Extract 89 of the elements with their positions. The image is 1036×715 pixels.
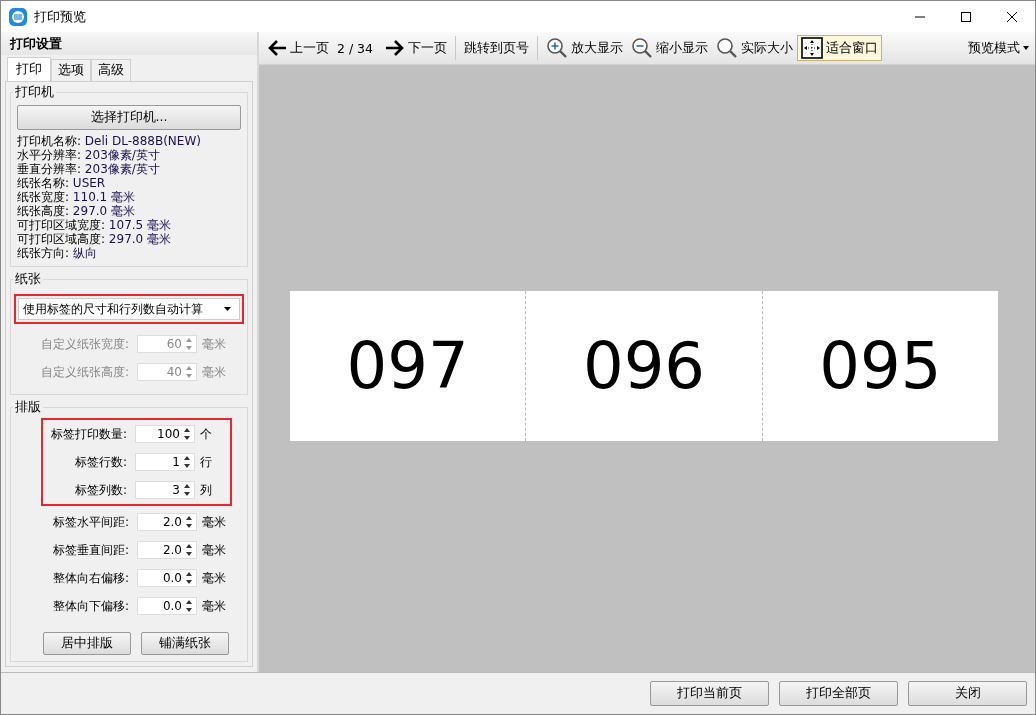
spinner-arrows-icon[interactable] (185, 515, 193, 529)
printer-info-line: 可打印区域高度: 297.0 毫米 (17, 232, 173, 246)
page-indicator: 2 / 34 (337, 40, 374, 56)
spinner-arrows-icon[interactable] (185, 571, 193, 585)
field-label: 标签打印数量: (49, 425, 128, 443)
group-title: 排版 (14, 399, 42, 416)
field-label: 自定义纸张高度: (39, 363, 130, 381)
spin-field[interactable]: 0.0 (137, 569, 197, 587)
field-label: 标签水平间距: (51, 513, 130, 531)
spinner-arrows-icon[interactable] (185, 599, 193, 613)
spin-value: 40 (166, 365, 182, 379)
spin-value: 2.0 (162, 543, 182, 557)
spinner-arrows-icon[interactable] (185, 543, 193, 557)
toolbar-button[interactable]: 放大显示 (542, 35, 628, 61)
zoom-in-icon (546, 37, 569, 59)
spinner-arrows-icon[interactable] (183, 455, 191, 469)
footer-button[interactable]: 打印全部页 (779, 681, 898, 706)
field-label: 自定义纸张宽度: (39, 335, 130, 353)
tab[interactable]: 打印 (7, 57, 51, 81)
spin-value: 0.0 (162, 599, 182, 613)
unit-label: 列 (200, 481, 213, 499)
spin-value: 60 (166, 337, 182, 351)
toolbar-button[interactable]: 缩小显示 (627, 35, 713, 61)
field-label: 整体向右偏移: (51, 569, 130, 587)
spin-value: 0.0 (162, 571, 182, 585)
fit-window-icon (801, 37, 824, 59)
field-label: 标签垂直间距: (51, 541, 130, 559)
zoom-out-icon (631, 37, 654, 59)
layout-button[interactable]: 铺满纸张 (141, 632, 229, 655)
unit-label: 毫米 (202, 363, 227, 381)
label-number: 095 (819, 328, 942, 403)
arrow-right-icon (385, 39, 406, 57)
unit-label: 毫米 (202, 597, 227, 615)
spinner-arrows-icon[interactable] (183, 483, 191, 497)
unit-label: 行 (200, 453, 213, 471)
spin-field[interactable]: 3 (135, 481, 195, 499)
spin-field[interactable]: 100 (135, 425, 195, 443)
spin-field[interactable]: 0.0 (137, 597, 197, 615)
layout-button[interactable]: 居中排版 (43, 632, 131, 655)
unit-label: 毫米 (202, 335, 227, 353)
spin-value: 2.0 (162, 515, 182, 529)
tab[interactable]: 选项 (51, 59, 91, 81)
printer-info-line: 纸张名称: USER (17, 176, 107, 190)
printer-info-line: 纸张高度: 297.0 毫米 (17, 204, 137, 218)
close-icon[interactable] (1006, 10, 1018, 23)
group-title: 打印机 (14, 84, 55, 101)
paper-size-dropdown[interactable]: 使用标签的尺寸和行列数自动计算 (18, 298, 240, 320)
toolbar-button[interactable]: 跳转到页号 (460, 35, 534, 61)
group-title: 纸张 (14, 271, 42, 288)
toolbar-button[interactable]: 上一页 (263, 35, 333, 61)
toolbar-button[interactable]: 实际大小 (712, 35, 798, 61)
spin-field[interactable]: 2.0 (137, 513, 197, 531)
magnifier-icon (716, 37, 739, 59)
printer-info-line: 水平分辨率: 203像素/英寸 (17, 148, 161, 162)
toolbar-button[interactable]: 适合窗口 (797, 35, 883, 61)
label-number: 096 (582, 328, 706, 403)
select-printer-button[interactable]: 选择打印机... (17, 105, 241, 130)
app-icon (9, 7, 27, 26)
dropdown-value: 使用标签的尺寸和行列数自动计算 (23, 300, 203, 318)
printer-info-line: 可打印区域宽度: 107.5 毫米 (17, 218, 173, 232)
field-label: 标签行数: (73, 453, 128, 471)
spin-field[interactable]: 1 (135, 453, 195, 471)
unit-label: 毫米 (202, 513, 227, 531)
unit-label: 个 (200, 425, 213, 443)
spin-value: 1 (172, 455, 180, 469)
preview-mode-menu[interactable]: 预览模式 (964, 35, 1033, 61)
printer-info-line: 垂直分辨率: 203像素/英寸 (17, 162, 161, 176)
label-number: 097 (346, 328, 469, 403)
printer-info-line: 纸张宽度: 110.1 毫米 (17, 190, 137, 204)
footer-button[interactable]: 打印当前页 (650, 681, 769, 706)
spin-value: 100 (157, 427, 180, 441)
spin-value: 3 (172, 483, 180, 497)
unit-label: 毫米 (202, 569, 227, 587)
field-label: 整体向下偏移: (51, 597, 130, 615)
toolbar-button[interactable]: 下一页 (381, 35, 452, 61)
caret-icon (224, 307, 231, 311)
caret-icon (1023, 46, 1029, 50)
field-label: 标签列数: (73, 481, 128, 499)
spinner-arrows-icon[interactable] (183, 427, 191, 441)
arrow-left-icon (267, 39, 287, 57)
panel-title: 打印设置 (1, 32, 257, 55)
maximize-icon[interactable] (960, 10, 972, 23)
window-title: 打印预览 (34, 7, 86, 26)
printer-info-line: 打印机名称: Deli DL-888B(NEW) (17, 134, 202, 148)
footer-button[interactable]: 关闭 (908, 681, 1027, 706)
tab[interactable]: 高级 (91, 59, 131, 81)
printer-info-line: 纸张方向: 纵向 (17, 246, 98, 260)
spin-field[interactable]: 2.0 (137, 541, 197, 559)
unit-label: 毫米 (202, 541, 227, 559)
